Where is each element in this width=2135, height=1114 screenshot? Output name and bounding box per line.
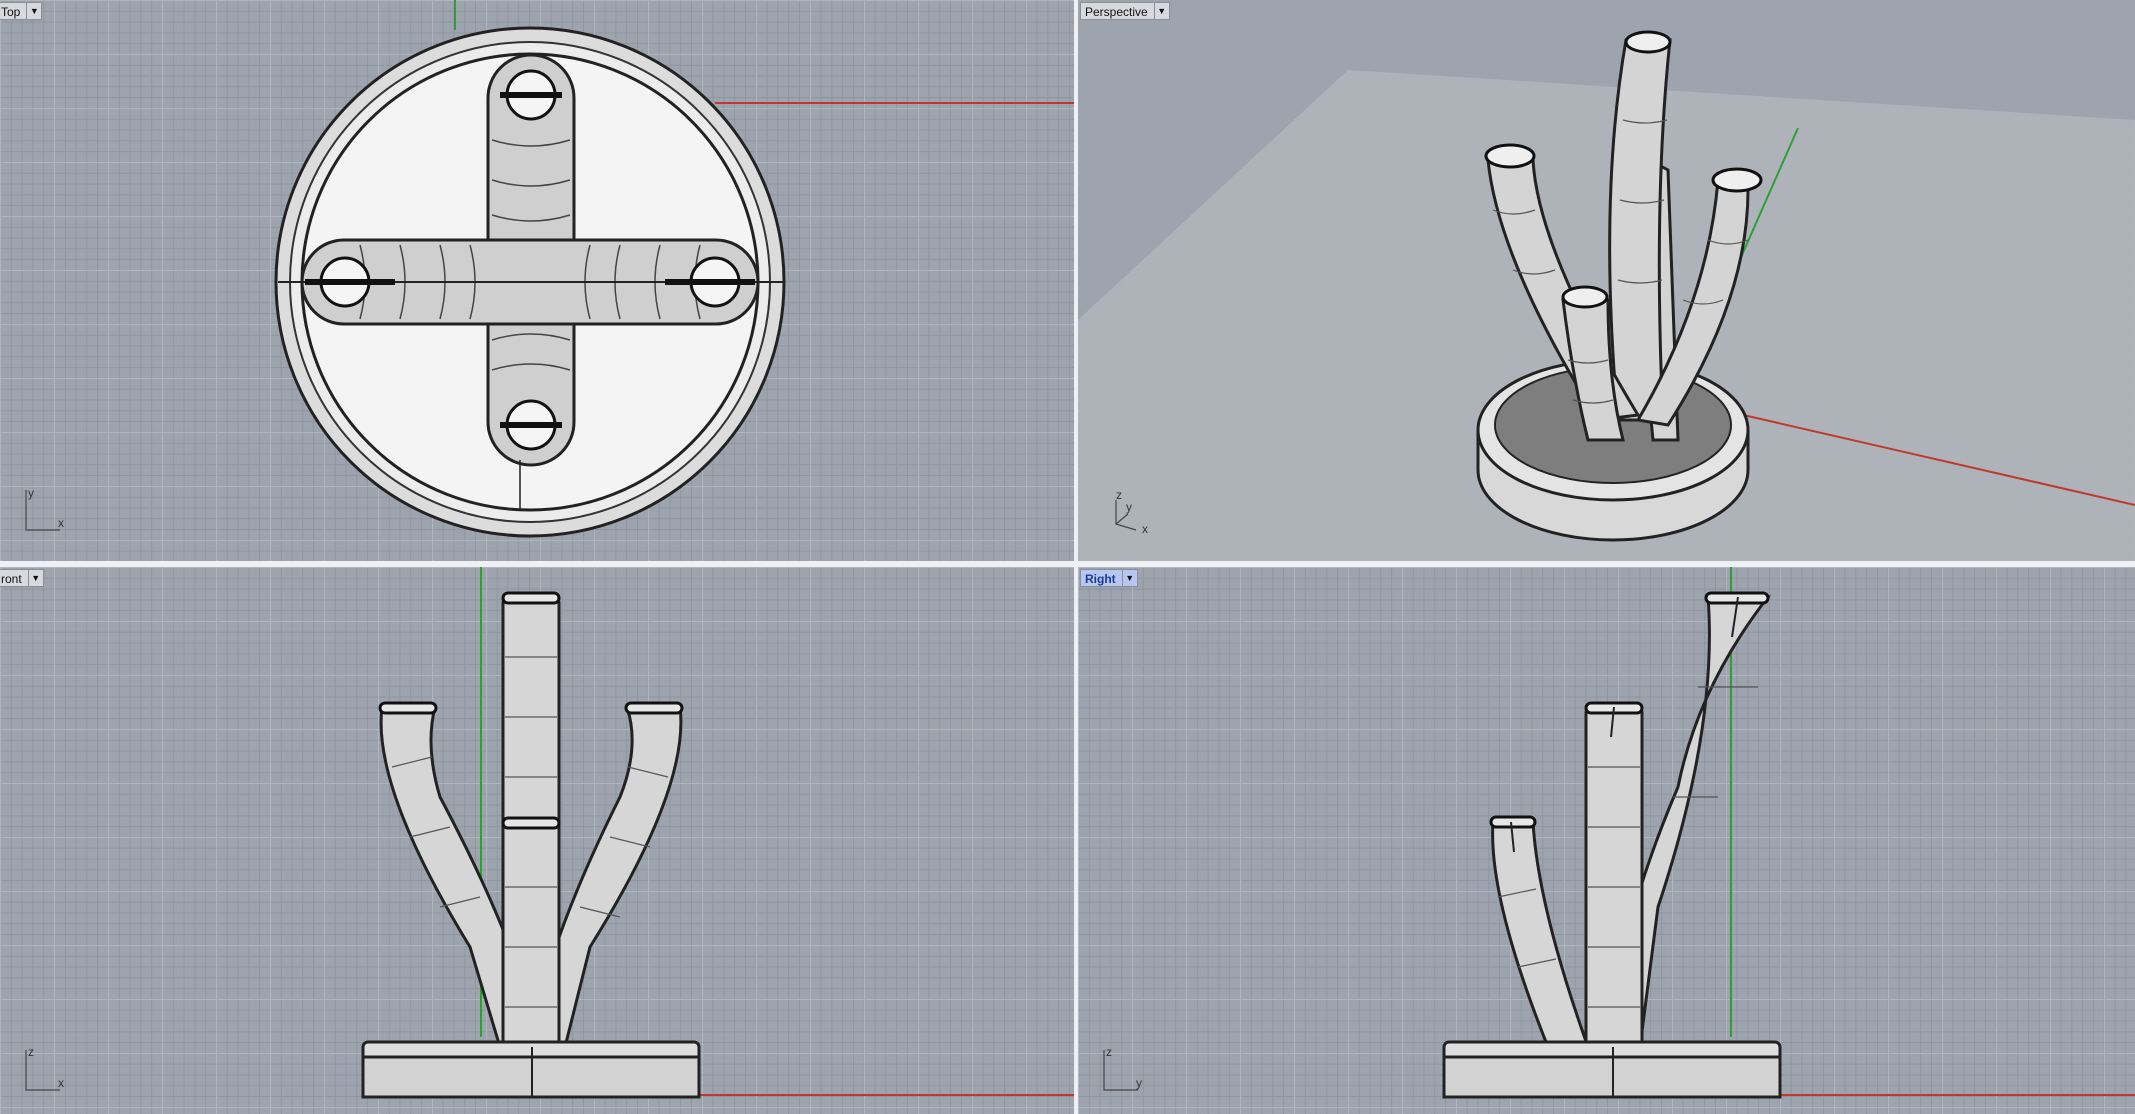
tab-top[interactable]: Top ▼ [0, 2, 43, 20]
axis-label-z: z [1116, 488, 1122, 502]
viewport-front[interactable]: ront ▼ z x [0, 567, 1074, 1114]
axis-label-z: z [1106, 1045, 1112, 1059]
axis-label-y: y [1136, 1076, 1142, 1090]
axis-label-y: y [28, 486, 34, 500]
chevron-down-icon[interactable]: ▼ [27, 569, 44, 587]
axis-label-y: y [1126, 500, 1132, 514]
viewport-top[interactable]: Top ▼ y x [0, 0, 1074, 561]
top-view-model[interactable] [0, 0, 1074, 561]
chevron-down-icon[interactable]: ▼ [1153, 2, 1170, 20]
perspective-model[interactable] [1078, 0, 2135, 561]
viewport-splitter-horizontal[interactable] [0, 561, 2135, 567]
viewport-label: Right [1080, 569, 1122, 587]
chevron-down-icon[interactable]: ▼ [26, 2, 43, 20]
tab-right[interactable]: Right ▼ [1080, 569, 1138, 587]
viewport-perspective[interactable]: Perspective ▼ z y x [1078, 0, 2135, 561]
chevron-down-icon[interactable]: ▼ [1121, 569, 1138, 587]
right-view-model[interactable] [1078, 567, 2135, 1114]
viewport-label: ront [0, 569, 28, 587]
axis-label-x: x [58, 1076, 64, 1090]
viewport-label: Perspective [1080, 2, 1154, 20]
viewport-label: Top [0, 2, 27, 20]
front-view-model[interactable] [0, 567, 1074, 1114]
viewport-splitter-vertical[interactable] [1074, 0, 1078, 1114]
axis-label-x: x [1142, 522, 1148, 536]
axis-label-z: z [28, 1045, 34, 1059]
viewport-right[interactable]: Right ▼ z y [1078, 567, 2135, 1114]
tab-front[interactable]: ront ▼ [0, 569, 44, 587]
tab-perspective[interactable]: Perspective ▼ [1080, 2, 1170, 20]
axis-label-x: x [58, 516, 64, 530]
